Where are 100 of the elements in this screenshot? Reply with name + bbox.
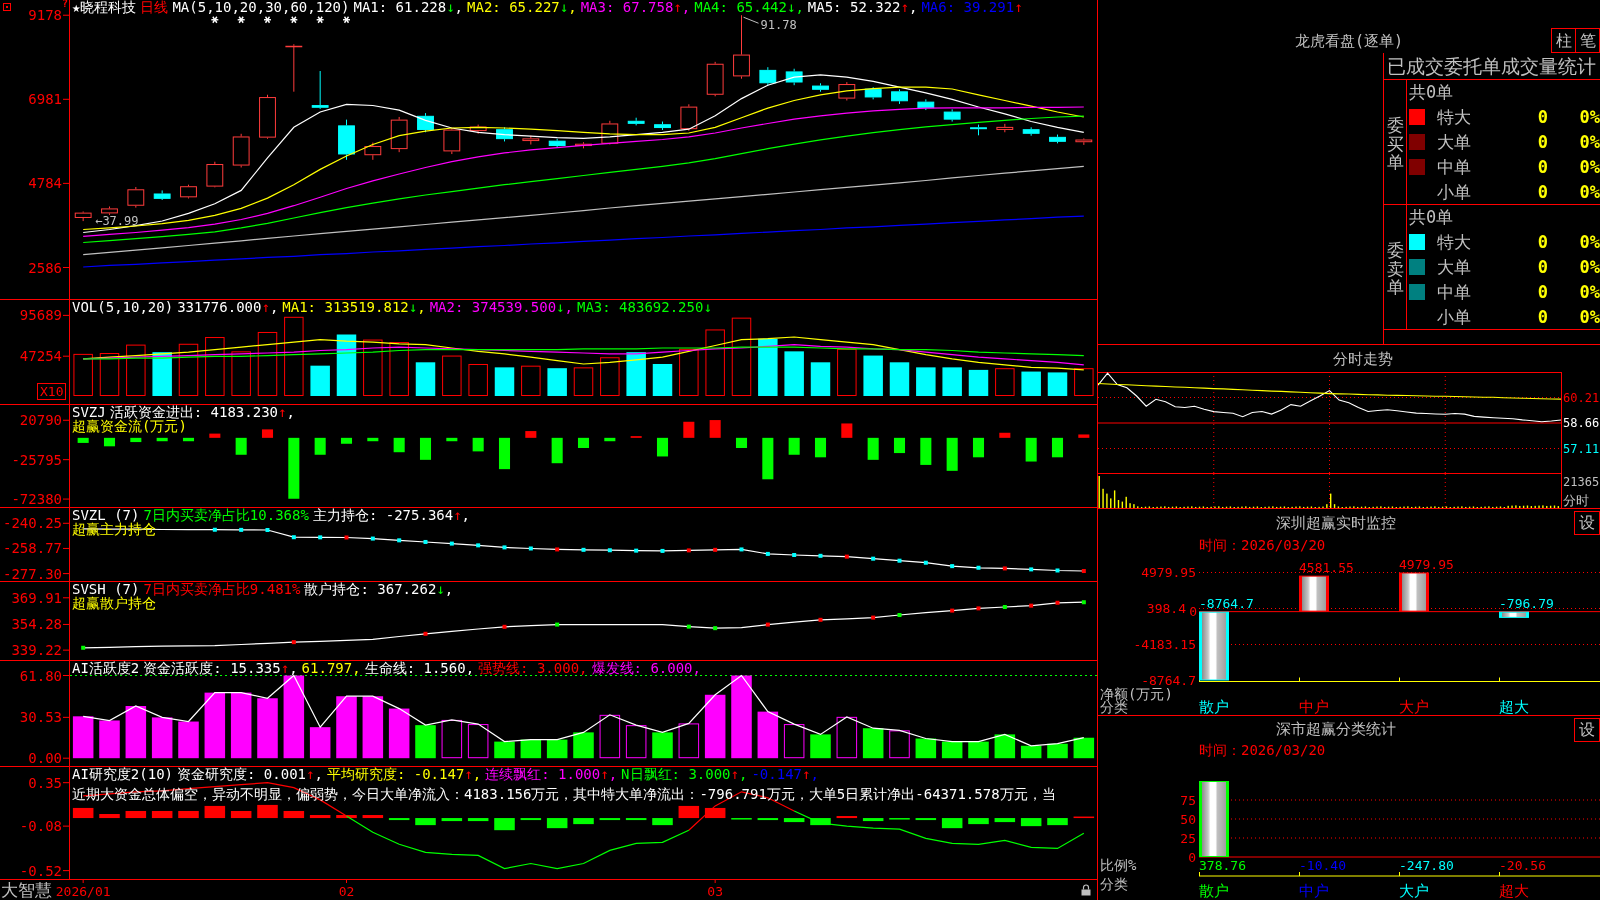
y-axis-label: 60.21 <box>1563 390 1600 405</box>
y-axis-label: 4784 <box>28 175 62 192</box>
value-label: 4979.95 <box>1399 557 1454 572</box>
y-axis-label: 354.28 <box>11 616 62 633</box>
indicator-text: MA5: 52.322↑, <box>807 0 918 14</box>
category-label: 超大 <box>1499 882 1529 900</box>
order-percent: 0% <box>1579 181 1600 202</box>
indicator-text: 331776.000↑, <box>177 300 279 314</box>
y-axis-label: 95689 <box>19 307 62 324</box>
indicator-text: 连续飘红: 1.000↑, <box>485 767 618 781</box>
indicator-text: 散户持仓: 367.262↓, <box>304 582 454 596</box>
order-count: 0 <box>1537 106 1548 127</box>
indicator-text: MA4: 65.442↓, <box>694 0 804 14</box>
order-size-label: 小单 <box>1437 306 1471 327</box>
order-count: 0 <box>1537 156 1548 177</box>
order-percent: 0% <box>1579 131 1600 152</box>
y-axis-label: -240.25 <box>3 515 62 532</box>
y-axis-label: 58.66 <box>1563 416 1600 430</box>
indicator-text: 主力持仓: -275.364↑, <box>312 508 471 522</box>
low-price-label: ←37.99 <box>95 214 139 229</box>
y-axis-label: -258.77 <box>3 540 62 557</box>
axis-title: 净额(万元) <box>1100 686 1173 702</box>
y-axis-label: 339.22 <box>11 642 62 659</box>
date-label: 2026/01 <box>55 883 111 899</box>
table-title: 已成交委托单成交量统计 <box>1384 53 1600 80</box>
order-count: 0 <box>1537 306 1548 327</box>
y-axis-label: 75 <box>1180 792 1196 808</box>
indicator-text: 超赢资金流(万元) <box>72 419 187 433</box>
panel-title: 龙虎看盘(逐单) <box>1294 31 1404 50</box>
panel-title: 深市超赢分类统计 <box>1276 720 1396 738</box>
y-axis-label: 0.35 <box>28 774 62 791</box>
indicator-text: MA6: 39.291↑ <box>921 0 1023 14</box>
y-axis-label: 2586 <box>28 259 62 276</box>
stock-title: ★晓程科技 <box>72 0 137 14</box>
order-size-label: 特大 <box>1437 231 1471 252</box>
y-axis-label: -0.08 <box>19 818 62 835</box>
y-axis-label: 369.91 <box>11 589 62 606</box>
y-axis-label: -277.30 <box>3 565 62 581</box>
y-axis-label: 47254 <box>19 348 62 365</box>
y-axis-label: 30.53 <box>19 709 62 726</box>
y-axis-label: 61.80 <box>19 667 62 684</box>
y-axis-label: -25795 <box>11 451 62 468</box>
indicator-text: 7日内买卖净占比10.368% <box>143 508 309 522</box>
indicator-text: 生命线: 1.560, <box>364 661 475 675</box>
y-axis-label: 25 <box>1180 830 1196 846</box>
order-count: 0 <box>1537 281 1548 302</box>
value-label: 378.76 <box>1199 857 1246 873</box>
indicator-text: N日飘红: 3.000↑, <box>621 767 748 781</box>
y-axis-label: 20790 <box>19 412 62 429</box>
value-label: -20.56 <box>1499 857 1546 873</box>
category-label: 超大 <box>1499 698 1529 715</box>
y-axis-label: 57.11 <box>1563 441 1600 456</box>
y-axis-label: -8764.7 <box>1141 673 1196 688</box>
order-percent: 0% <box>1579 256 1600 277</box>
order-size-label: 大单 <box>1437 131 1471 152</box>
order-count: 0 <box>1537 256 1548 277</box>
order-percent: 0% <box>1579 156 1600 177</box>
y-axis-label: 4979.95 <box>1141 565 1196 580</box>
group-label: 委卖单 <box>1386 240 1404 298</box>
y-axis-label: -4183.15 <box>1133 637 1196 652</box>
indicator-text: AI研究度2(10) <box>72 767 173 781</box>
unit-label: 分时 <box>1563 492 1589 508</box>
indicator-text: 超赢散户持仓 <box>72 596 156 610</box>
indicator-text: MA3: 483692.250↓ <box>576 300 712 314</box>
category-label: 大户 <box>1399 698 1429 715</box>
panel-title: 分时走势 <box>1333 349 1393 368</box>
y-axis-label: 398.4 <box>1146 601 1186 616</box>
brand-label: 大智慧 <box>1 880 52 900</box>
y-axis-label: 9178 <box>28 7 62 24</box>
indicator-text: 强势线: 3.000, <box>478 661 588 675</box>
indicator-text: 61.797, <box>301 661 361 675</box>
indicator-text: SVZL (7) <box>72 508 140 522</box>
order-percent: 0% <box>1579 281 1600 302</box>
indicator-text: 爆发线: 6.000, <box>591 661 701 675</box>
timestamp-label: 时间：2026/03/20 <box>1199 537 1326 553</box>
order-total: 共0单 <box>1409 206 1454 229</box>
category-label: 中户 <box>1299 882 1329 900</box>
value-label: -247.80 <box>1399 857 1454 873</box>
y-axis-label: 50 <box>1180 811 1196 827</box>
order-percent: 0% <box>1579 231 1600 252</box>
value-label: -8764.7 <box>1199 596 1254 612</box>
category-label: 中户 <box>1299 698 1329 715</box>
indicator-text: SVSH (7) <box>72 582 140 596</box>
axis-title: 比例% <box>1100 857 1137 873</box>
indicator-text: MA2: 374539.500↓, <box>429 300 573 314</box>
indicator-text: SVZJ <box>72 405 106 419</box>
indicator-text: 活跃资金进出: 4183.230↑, <box>109 405 295 419</box>
order-size-label: 小单 <box>1437 181 1471 202</box>
value-label: -10.40 <box>1299 857 1346 873</box>
indicator-text: 资金活跃度: 15.335↑, <box>143 661 298 675</box>
order-count: 0 <box>1537 231 1548 252</box>
indicator-text: MA3: 67.758↑, <box>580 0 691 14</box>
y-axis-label: 0.00 <box>28 750 62 766</box>
indicator-text: MA2: 65.227↓, <box>467 0 577 14</box>
order-total: 共0单 <box>1409 81 1454 104</box>
y-axis-label: 0 <box>1189 604 1197 620</box>
date-label: 03 <box>707 883 723 899</box>
period-label: 日线 <box>140 0 169 14</box>
indicator-text: 资金研究度: 0.001↑, <box>177 767 323 781</box>
value-label: -796.79 <box>1499 596 1554 612</box>
